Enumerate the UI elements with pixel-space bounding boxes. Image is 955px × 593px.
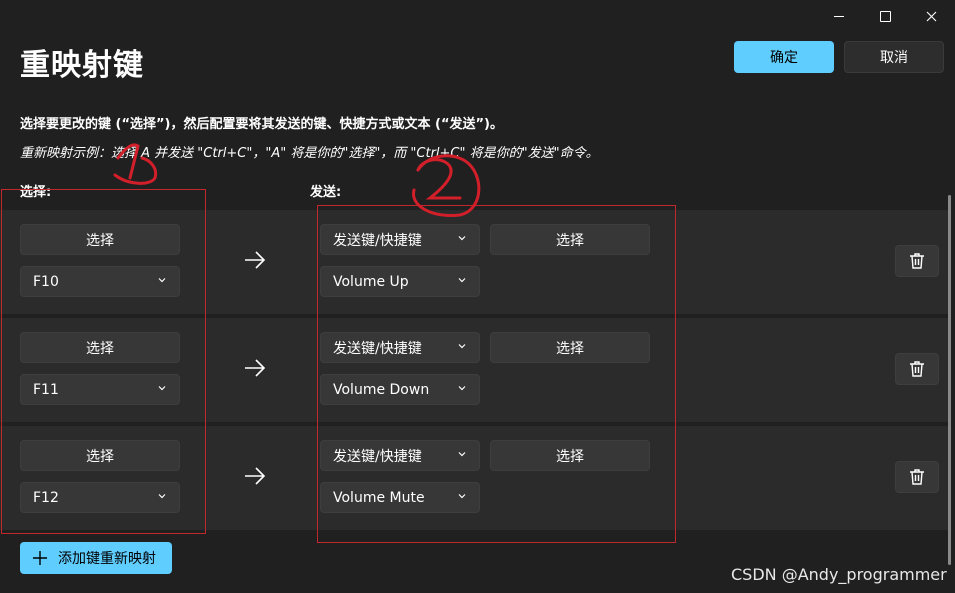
remap-keys-window: 重映射键 确定 取消 选择要更改的键 (“选择”)，然后配置要将其发送的键、快捷…	[0, 0, 955, 593]
annotation-mark-1	[113, 143, 158, 185]
annotation-marks	[113, 143, 481, 217]
annotation-mark-2	[412, 154, 481, 217]
watermark: CSDN @Andy_programmer	[731, 565, 947, 584]
